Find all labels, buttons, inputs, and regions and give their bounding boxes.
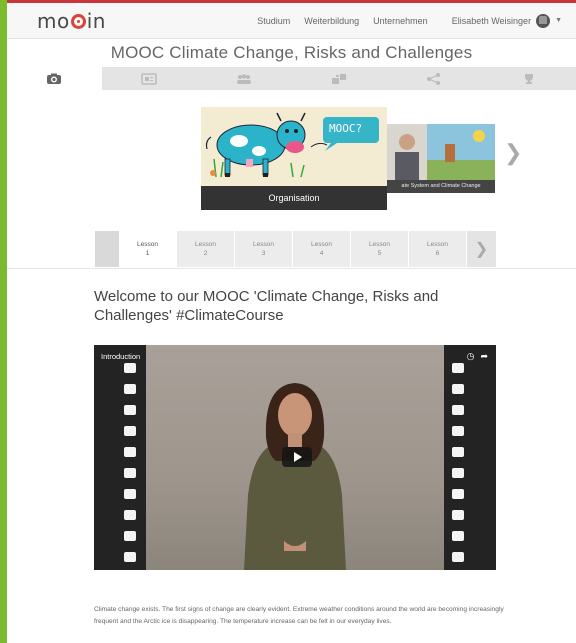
cow-illustration bbox=[201, 107, 387, 186]
lesson-number: 1 bbox=[145, 250, 150, 257]
lesson-tab-1[interactable]: Lesson 1 bbox=[119, 231, 177, 267]
lesson-tab-3[interactable]: Lesson 3 bbox=[235, 231, 293, 267]
browser-page: mo in Studium Weiterbildung Unternehmen E… bbox=[7, 0, 576, 643]
people-icon bbox=[237, 73, 252, 84]
lesson-number: 6 bbox=[435, 250, 440, 257]
board-icon bbox=[141, 72, 157, 85]
logo-ring-icon bbox=[70, 13, 86, 29]
film-perforation bbox=[124, 363, 136, 373]
logo-text-start: mo bbox=[37, 8, 70, 33]
filmstrip-left bbox=[94, 345, 146, 570]
film-perforation bbox=[452, 384, 464, 394]
nav-studium[interactable]: Studium bbox=[257, 16, 290, 26]
film-perforation bbox=[452, 552, 464, 562]
film-perforation bbox=[452, 405, 464, 415]
lesson-number: 3 bbox=[261, 250, 266, 257]
film-perforation bbox=[124, 447, 136, 457]
chevron-down-icon: ▼ bbox=[555, 17, 562, 24]
chevron-right-icon[interactable]: ❯ bbox=[504, 140, 522, 166]
lesson-tab-4[interactable]: Lesson 4 bbox=[293, 231, 351, 267]
tab-achievements[interactable] bbox=[481, 67, 576, 90]
tab-share[interactable] bbox=[386, 67, 481, 90]
film-perforation bbox=[124, 489, 136, 499]
main-nav: Studium Weiterbildung Unternehmen Elisab… bbox=[257, 13, 562, 28]
lesson-label: Lesson bbox=[311, 241, 332, 248]
share-icon bbox=[426, 72, 440, 85]
video-controls: ◷ ➦ bbox=[467, 351, 488, 362]
film-perforation bbox=[124, 405, 136, 415]
lesson-tab-2[interactable]: Lesson 2 bbox=[177, 231, 235, 267]
nav-weiterbildung[interactable]: Weiterbildung bbox=[304, 16, 359, 26]
film-perforation bbox=[124, 426, 136, 436]
play-button[interactable] bbox=[282, 447, 312, 467]
slide-organisation[interactable]: MOOC? Organisation bbox=[201, 107, 387, 210]
user-avatar bbox=[536, 13, 551, 28]
course-tabs bbox=[7, 67, 576, 90]
lesson-carousel: MOOC? Organisation ate System and Climat… bbox=[7, 90, 576, 230]
cards-icon bbox=[331, 73, 346, 84]
tab-board[interactable] bbox=[102, 67, 197, 90]
slide-climate-system[interactable]: ate System and Climate Change bbox=[387, 124, 495, 193]
film-perforation bbox=[452, 489, 464, 499]
eye-icon bbox=[47, 73, 62, 84]
film-perforation bbox=[124, 384, 136, 394]
lesson-number: 4 bbox=[319, 250, 324, 257]
lesson-number: 2 bbox=[203, 250, 208, 257]
intro-paragraph: Climate change exists. The first signs o… bbox=[94, 606, 504, 625]
film-perforation bbox=[452, 510, 464, 520]
film-perforation bbox=[452, 531, 464, 541]
nav-unternehmen[interactable]: Unternehmen bbox=[373, 16, 428, 26]
watch-later-clock-icon[interactable]: ◷ bbox=[467, 351, 475, 362]
logo-text-end: in bbox=[86, 8, 106, 33]
share-arrow-icon[interactable]: ➦ bbox=[480, 351, 488, 362]
film-perforation bbox=[452, 447, 464, 457]
user-menu[interactable]: Elisabeth Weisinger ▼ bbox=[451, 13, 562, 28]
slide-badge: MOOC? bbox=[329, 122, 363, 135]
film-perforation bbox=[452, 426, 464, 436]
film-perforation bbox=[452, 468, 464, 478]
lesson-label: Lesson bbox=[137, 241, 158, 248]
lesson-label: Lesson bbox=[195, 241, 216, 248]
tab-cards[interactable] bbox=[291, 67, 386, 90]
film-perforation bbox=[124, 468, 136, 478]
film-perforation bbox=[124, 510, 136, 520]
lesson-label: Lesson bbox=[427, 241, 448, 248]
lesson-label: Lesson bbox=[369, 241, 390, 248]
lesson-tab-6[interactable]: Lesson 6 bbox=[409, 231, 467, 267]
lesson-nav-left-cap bbox=[95, 231, 119, 267]
presenter-thumbnail bbox=[387, 124, 495, 180]
user-name: Elisabeth Weisinger bbox=[451, 15, 532, 26]
lesson-label: Lesson bbox=[253, 241, 274, 248]
film-perforation bbox=[452, 363, 464, 373]
slide-caption: Organisation bbox=[201, 186, 387, 210]
section-divider bbox=[7, 268, 576, 269]
intro-video-player[interactable]: Introduction ◷ ➦ bbox=[94, 345, 496, 570]
welcome-heading: Welcome to our MOOC 'Climate Change, Ris… bbox=[94, 288, 439, 324]
lesson-number: 5 bbox=[377, 250, 382, 257]
tab-overview[interactable] bbox=[7, 67, 102, 90]
trophy-icon bbox=[524, 73, 533, 84]
lesson-navigation: Lesson 1 Lesson 2 Lesson 3 Lesson 4 Lesson 5 … bbox=[95, 231, 496, 267]
film-perforation bbox=[124, 552, 136, 562]
filmstrip-right bbox=[444, 345, 496, 570]
lesson-tab-5[interactable]: Lesson 5 bbox=[351, 231, 409, 267]
tab-community[interactable] bbox=[197, 67, 292, 90]
slide-next-caption: ate System and Climate Change bbox=[387, 180, 495, 193]
video-title: Introduction bbox=[101, 352, 141, 361]
lesson-next-chevron-icon[interactable]: ❯ bbox=[467, 231, 496, 267]
course-title: MOOC Climate Change, Risks and Challenge… bbox=[110, 43, 473, 62]
mooin-logo[interactable]: mo in bbox=[37, 9, 106, 33]
film-perforation bbox=[124, 531, 136, 541]
top-navigation-bar: mo in Studium Weiterbildung Unternehmen E… bbox=[7, 3, 576, 39]
